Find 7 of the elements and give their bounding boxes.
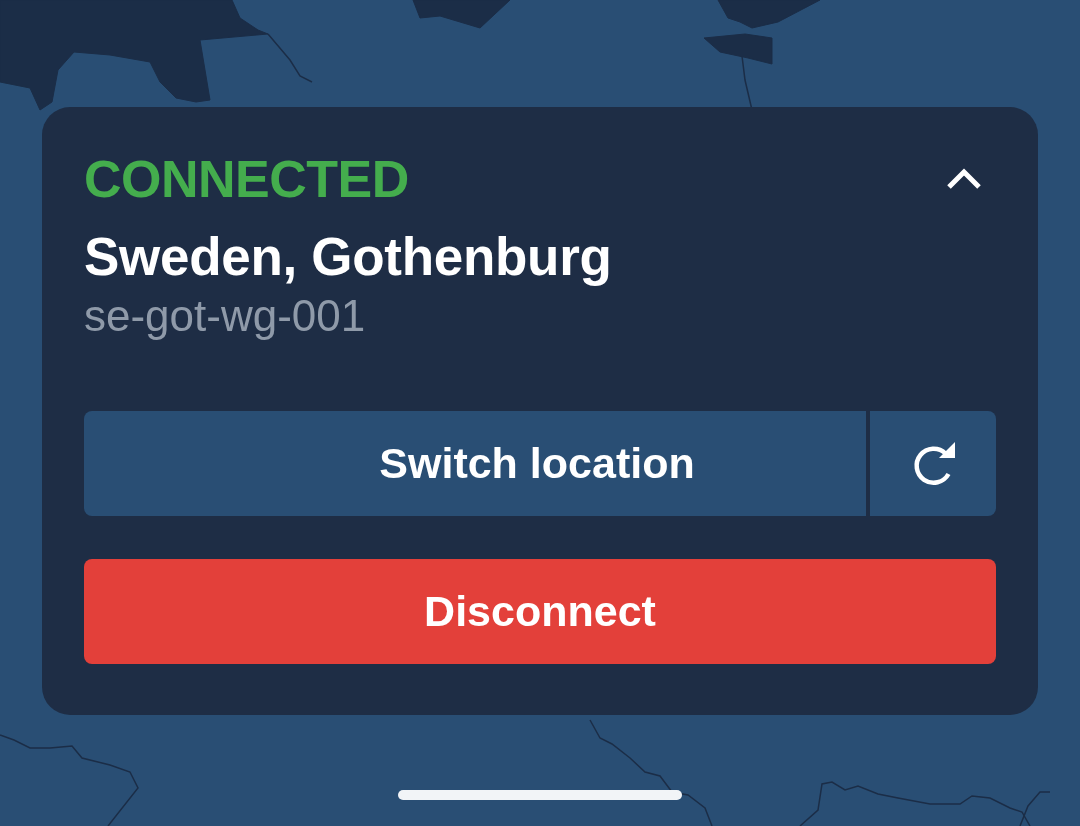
chevron-up-icon[interactable] <box>946 167 982 191</box>
location-name: Sweden, Gothenburg <box>84 227 613 287</box>
switch-location-button[interactable]: Switch location <box>84 411 866 516</box>
disconnect-button[interactable]: Disconnect <box>84 559 996 664</box>
reconnect-button[interactable] <box>870 411 996 516</box>
server-name: se-got-wg-001 <box>84 291 367 341</box>
connection-status: CONNECTED <box>84 149 409 209</box>
